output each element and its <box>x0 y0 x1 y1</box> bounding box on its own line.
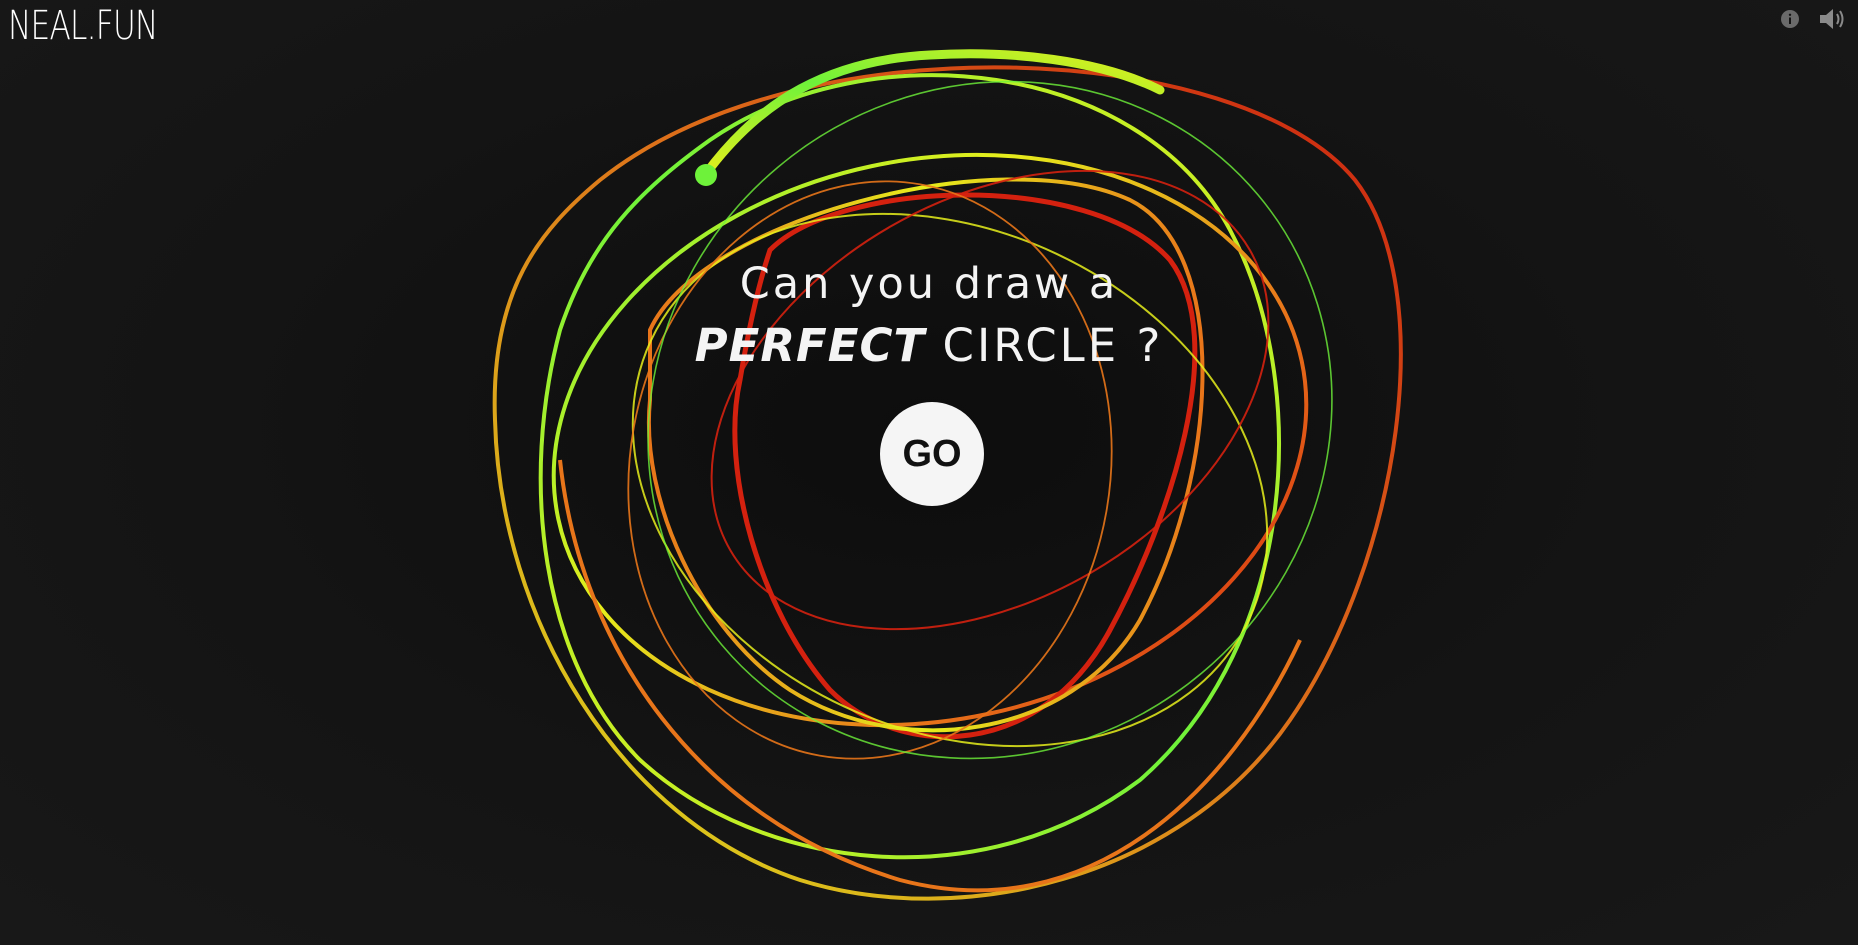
drawn-stroke <box>627 180 1113 760</box>
speaker-icon[interactable] <box>1818 6 1848 36</box>
canvas-stage[interactable]: NEAL.FUN Can you draw a PERFECT CIRCLE ?… <box>0 0 1858 945</box>
info-icon[interactable] <box>1780 9 1800 33</box>
site-logo[interactable]: NEAL.FUN <box>8 2 158 50</box>
go-button[interactable]: GO <box>880 402 984 506</box>
drawn-stroke <box>647 80 1333 760</box>
top-toolbar <box>1780 6 1848 36</box>
stroke-start-dot <box>695 164 717 186</box>
drawn-stroke <box>558 459 1302 893</box>
